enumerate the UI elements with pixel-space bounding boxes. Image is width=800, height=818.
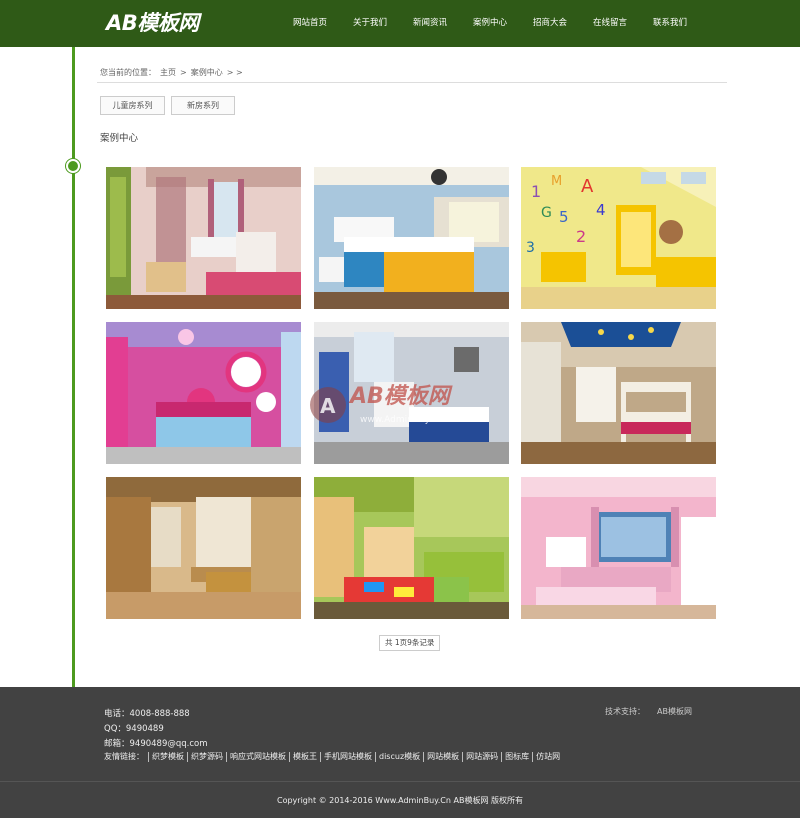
friend-link[interactable]: 图标库 xyxy=(501,752,532,762)
breadcrumb-prefix: 您当前的位置： xyxy=(100,68,156,77)
case-thumbnail xyxy=(106,322,301,464)
case-thumbnail xyxy=(521,477,716,619)
tech-support-link[interactable]: AB模板网 xyxy=(657,706,692,717)
breadcrumb: 您当前的位置： 主页 > 案例中心 > > xyxy=(100,67,243,79)
case-thumbnail xyxy=(314,477,509,619)
footer-qq: QQ：9490489 xyxy=(104,724,164,734)
case-thumbnail xyxy=(314,167,509,309)
case-gallery: 1 M A G 5 4 2 3 xyxy=(106,167,717,619)
friend-links: 友情链接： 织梦模板 织梦源码 响应式网站模板 模板王 手机网站模板 discu… xyxy=(104,751,563,762)
svg-text:3: 3 xyxy=(526,240,535,256)
case-image-pink-girls-room[interactable] xyxy=(106,167,301,309)
category-kids-room[interactable]: 儿童房系列 xyxy=(100,96,165,115)
friend-links-label: 友情链接： xyxy=(104,752,144,761)
nav-recruit[interactable]: 招商大会 xyxy=(520,0,580,47)
category-new-home[interactable]: 新房系列 xyxy=(171,96,235,115)
svg-text:5: 5 xyxy=(559,208,569,226)
case-image-wooden-loft-room[interactable] xyxy=(106,477,301,619)
friend-link[interactable]: 网站源码 xyxy=(462,752,501,762)
breadcrumb-divider xyxy=(97,82,727,83)
case-thumbnail xyxy=(106,167,301,309)
breadcrumb-home[interactable]: 主页 xyxy=(160,67,176,79)
friend-link[interactable]: 手机网站模板 xyxy=(320,752,375,762)
friend-link[interactable]: 织梦模板 xyxy=(148,752,187,762)
svg-text:4: 4 xyxy=(596,201,606,219)
svg-text:M: M xyxy=(551,174,562,189)
friend-link[interactable]: 仿站网 xyxy=(532,752,563,762)
timeline-dot xyxy=(66,159,80,173)
case-thumbnail xyxy=(106,477,301,619)
nav-news[interactable]: 新闻资讯 xyxy=(400,0,460,47)
timeline-line xyxy=(72,47,75,688)
case-image-bunk-bed-room[interactable] xyxy=(521,322,716,464)
case-thumbnail xyxy=(314,322,509,464)
breadcrumb-current[interactable]: 案例中心 xyxy=(191,67,223,79)
footer-tech-support: 技术支持： AB模板网 xyxy=(605,706,692,717)
nav-message[interactable]: 在线留言 xyxy=(580,0,640,47)
tech-support-label: 技术支持： xyxy=(605,707,645,716)
main-nav: 网站首页 关于我们 新闻资讯 案例中心 招商大会 在线留言 联系我们 xyxy=(280,0,700,47)
case-image-blue-bedroom[interactable] xyxy=(314,167,509,309)
svg-text:2: 2 xyxy=(576,227,586,246)
case-image-yellow-kids-room[interactable]: 1 M A G 5 4 2 3 xyxy=(521,167,716,309)
section-title: 案例中心 xyxy=(100,133,139,144)
case-image-blue-boys-room[interactable] xyxy=(314,322,509,464)
site-logo[interactable]: AB模板网 xyxy=(106,8,199,38)
friend-link[interactable]: 响应式网站模板 xyxy=(226,752,289,762)
friend-link[interactable]: 模板王 xyxy=(289,752,320,762)
footer-phone: 电话：4008-888-888 xyxy=(104,709,190,719)
case-thumbnail xyxy=(521,322,716,464)
breadcrumb-separator: > xyxy=(180,68,187,77)
friend-link[interactable]: 网站模板 xyxy=(423,752,462,762)
case-thumbnail: 1 M A G 5 4 2 3 xyxy=(521,167,716,309)
nav-cases[interactable]: 案例中心 xyxy=(460,0,520,47)
svg-text:A: A xyxy=(581,176,594,197)
case-image-pink-window-room[interactable] xyxy=(521,477,716,619)
nav-about[interactable]: 关于我们 xyxy=(340,0,400,47)
case-image-pink-flower-room[interactable] xyxy=(106,322,301,464)
footer-email: 邮箱：9490489@qq.com xyxy=(104,739,208,749)
nav-contact[interactable]: 联系我们 xyxy=(640,0,700,47)
svg-text:G: G xyxy=(541,205,552,221)
site-footer: 电话：4008-888-888 QQ：9490489 邮箱：9490489@qq… xyxy=(0,687,800,818)
svg-text:1: 1 xyxy=(531,182,541,201)
breadcrumb-tail: > > xyxy=(226,68,243,77)
pagination-info: 共 1页9条记录 xyxy=(379,635,441,651)
case-image-green-kids-room[interactable] xyxy=(314,477,509,619)
site-header: AB模板网 网站首页 关于我们 新闻资讯 案例中心 招商大会 在线留言 联系我们 xyxy=(0,0,800,47)
copyright-text: Copyright © 2014-2016 Www.AdminBuy.Cn AB… xyxy=(276,796,524,805)
footer-divider xyxy=(0,781,800,782)
nav-home[interactable]: 网站首页 xyxy=(280,0,340,47)
friend-link[interactable]: 织梦源码 xyxy=(187,752,226,762)
friend-link[interactable]: discuz模板 xyxy=(375,752,423,762)
category-tabs: 儿童房系列 新房系列 xyxy=(100,96,235,115)
